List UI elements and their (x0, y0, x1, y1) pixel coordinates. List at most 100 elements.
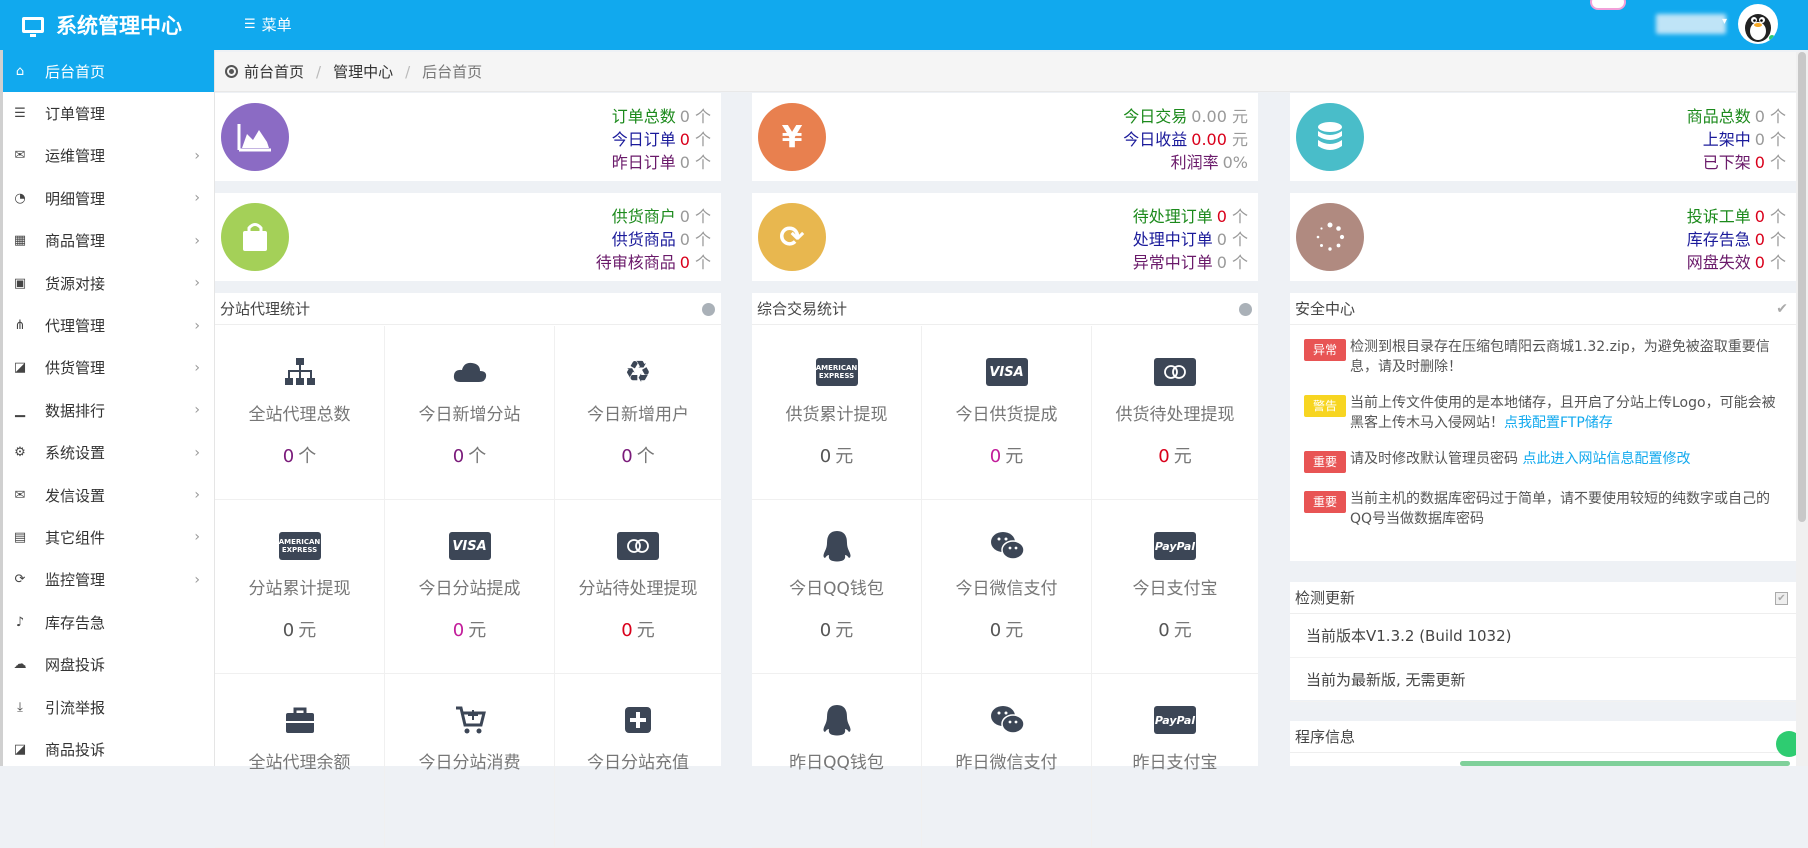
sidebar: ⌂ 后台首页 ☰ 订单管理 ✉ 运维管理 › ◔ 明细管理 › ▦ 商品管理 › ▣ 货源对接 › ⋔ 代理管理 ›… (0, 50, 215, 766)
breadcrumb-admin[interactable]: 管理中心 (333, 61, 393, 82)
panel-header: 检测更新 ✔ (1290, 582, 1796, 614)
sidebar-item-6[interactable]: ⋔ 代理管理 › (0, 304, 214, 346)
user-name[interactable] (1656, 14, 1726, 34)
tile-number: 0 (282, 620, 295, 641)
sidebar-item-5[interactable]: ▣ 货源对接 › (0, 262, 214, 304)
spinner-icon (1296, 203, 1364, 271)
tile-unit: 元 (298, 620, 317, 641)
page-scrollbar[interactable] (1796, 52, 1808, 766)
program-info-panel: 程序信息 (1290, 721, 1802, 766)
cloud-download-icon: ☁ (13, 657, 27, 673)
tile-value: 0个 (215, 442, 384, 468)
checkbox-icon[interactable]: ✔ (1775, 592, 1788, 605)
sidebar-item-1[interactable]: ☰ 订单管理 (0, 92, 214, 134)
sidebar-item-label: 商品管理 (45, 232, 106, 251)
tile-unit: 元 (1005, 620, 1024, 641)
shopping-bag-icon: ◪ (13, 360, 27, 376)
sidebar-item-7[interactable]: ◪ 供货管理 › (0, 347, 214, 389)
sidebar-item-label: 订单管理 (45, 105, 106, 124)
tile-value: 0元 (922, 442, 1091, 468)
sidebar-item-3[interactable]: ◔ 明细管理 › (0, 177, 214, 219)
pie-chart-icon: ◔ (14, 190, 26, 206)
mastercard-icon (1092, 356, 1258, 388)
alert-link[interactable]: 点我配置FTP储存 (1504, 415, 1613, 431)
sidebar-item-label: 运维管理 (45, 147, 106, 166)
tile-value: 0个 (555, 442, 721, 468)
notification-badge[interactable] (1590, 0, 1626, 10)
menu-toggle-button[interactable]: ☰ 菜单 (244, 14, 292, 35)
panel-collapse-button[interactable] (702, 303, 715, 316)
menu-icon: ☰ (244, 17, 256, 32)
stat-tile: 今日QQ钱包 0 元 (752, 500, 922, 674)
sidebar-item-14[interactable]: ☁ 网盘投诉 (0, 643, 214, 685)
breadcrumb-home-label: 前台首页 (244, 63, 305, 81)
panel-header: 分站代理统计 (215, 293, 721, 325)
breadcrumb-home[interactable]: 前台首页 (225, 61, 304, 82)
sidebar-item-11[interactable]: ▤ 其它组件 › (0, 516, 214, 558)
briefcase-icon: ▣ (13, 275, 27, 291)
alert-tag: 异常 (1304, 339, 1346, 361)
sidebar-item-15[interactable]: ⤓ 引流举报 (0, 686, 214, 728)
qq-icon (752, 530, 921, 562)
sidebar-item-13[interactable]: ♪ 库存告急 (0, 601, 214, 643)
sidebar-item-label: 明细管理 (45, 189, 106, 208)
recycle-icon: ♻ (624, 354, 652, 390)
tile-value: 0元 (215, 616, 384, 642)
scrollbar-thumb[interactable] (1798, 52, 1806, 522)
sidebar-item-16[interactable]: ◪ 商品投诉 (0, 728, 214, 770)
chevron-right-icon: › (194, 147, 200, 164)
sidebar-item-9[interactable]: ⚙ 系统设置 › (0, 432, 214, 474)
stat-value: 0.00 (1191, 107, 1227, 126)
breadcrumb-separator: / (316, 62, 322, 81)
sidebar-item-0[interactable]: ⌂ 后台首页 (0, 50, 214, 93)
amex-icon: AMERICAN EXPRESS (215, 530, 384, 562)
shopping-bag-icon (221, 203, 289, 271)
tile-unit: 元 (1173, 620, 1192, 641)
panel-collapse-button[interactable] (1239, 303, 1252, 316)
security-center-panel: 安全中心 ✔ 异常 检测到根目录存在压缩包晴阳云商城1.32.zip，为避免被盗取… (1290, 293, 1796, 561)
stat-unit: 个 (1769, 130, 1786, 149)
tile-label: 今日新增用户 (587, 405, 689, 425)
sidebar-item-label: 商品投诉 (45, 740, 106, 759)
tile-number: 0 (989, 446, 1002, 467)
tile-unit: 元 (636, 620, 655, 641)
stat-unit: 个 (1769, 230, 1786, 249)
avatar[interactable] (1738, 4, 1778, 44)
chevron-right-icon: › (194, 317, 200, 334)
sidebar-item-4[interactable]: ▦ 商品管理 › (0, 220, 214, 262)
stat-row: 订单总数 0 个 (612, 105, 711, 128)
stat-row: 待审核商品 0 个 (596, 251, 711, 274)
sidebar-item-2[interactable]: ✉ 运维管理 › (0, 135, 214, 177)
sidebar-item-12[interactable]: ⟳ 监控管理 › (0, 559, 214, 601)
cart-icon (385, 704, 554, 736)
panel-header: 程序信息 (1290, 721, 1796, 753)
alert-link[interactable]: 点此进入网站信息配置修改 (1522, 451, 1690, 467)
stat-value: 0 (1216, 207, 1227, 226)
brand-logo[interactable]: 系统管理中心 (0, 0, 215, 50)
tile-unit: 元 (468, 620, 487, 641)
caret-down-icon[interactable]: ▾ (1722, 16, 1727, 27)
check-icon[interactable]: ✔ (1776, 301, 1788, 317)
sidebar-item-8[interactable]: ▁ 数据排行 › (0, 389, 214, 431)
stat-unit: 元 (1231, 130, 1248, 149)
stat-row: 已下架 0 个 (1687, 151, 1786, 174)
alert-tag: 警告 (1304, 395, 1346, 417)
amex-icon: AMERICAN EXPRESS (752, 356, 921, 388)
stat-value: 0 (679, 230, 690, 249)
stat-label: 订单总数 (611, 107, 676, 126)
panel-title: 分站代理统计 (220, 300, 311, 318)
stat-label: 异常中订单 (1132, 253, 1213, 272)
stat-label: 待处理订单 (1132, 207, 1213, 226)
chevron-right-icon: › (194, 571, 200, 588)
stat-tile: 全站代理总数 0 个 (215, 326, 385, 500)
sidebar-item-label: 后台首页 (45, 62, 106, 81)
stat-value: 0% (1222, 153, 1248, 172)
stat-unit: 个 (694, 230, 711, 249)
tile-label: 供货待处理提现 (1115, 405, 1235, 425)
panel-title: 综合交易统计 (757, 300, 848, 318)
sidebar-item-10[interactable]: ✉ 发信设置 › (0, 474, 214, 516)
wechat-icon (922, 704, 1091, 736)
tile-value (555, 790, 721, 811)
stat-label: 利润率 (1170, 153, 1219, 172)
stat-unit: 个 (1769, 207, 1786, 226)
